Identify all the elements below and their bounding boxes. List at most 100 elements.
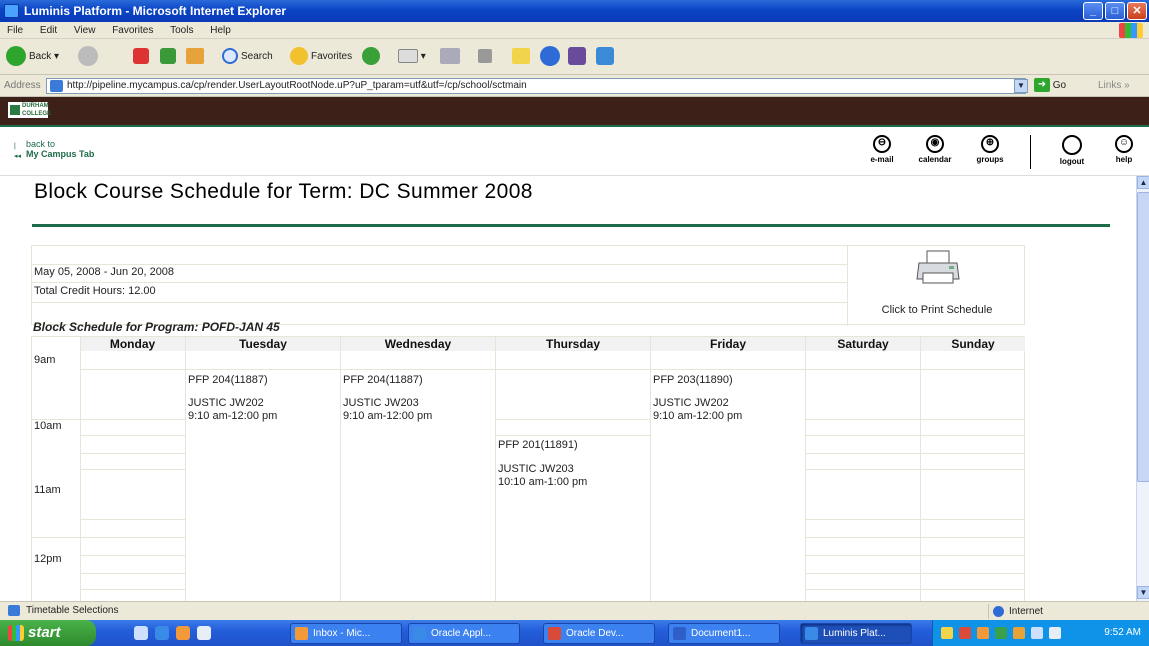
maximize-button[interactable]: □ bbox=[1105, 2, 1125, 20]
edit-button[interactable] bbox=[478, 45, 492, 69]
menu-favorites[interactable]: Favorites bbox=[105, 22, 160, 39]
discuss-button[interactable] bbox=[512, 45, 530, 69]
schedule-table: Monday Tuesday Wednesday Thursday Friday… bbox=[31, 336, 1025, 601]
toolbar: Back ▾ Search Favorites ▾ bbox=[0, 39, 1149, 75]
address-dropdown-icon[interactable]: ▼ bbox=[1014, 79, 1028, 93]
quicklaunch-ie-icon[interactable] bbox=[155, 626, 169, 640]
scroll-down-icon[interactable]: ▼ bbox=[1137, 586, 1149, 599]
ie-task-icon bbox=[805, 627, 818, 640]
nav-help[interactable]: ☺ help bbox=[1106, 135, 1142, 164]
research-button[interactable] bbox=[568, 45, 586, 69]
page-title: Block Course Schedule for Term: DC Summe… bbox=[34, 180, 533, 203]
course-block[interactable]: PFP 201(11891) JUSTIC JW203 10:10 am-1:0… bbox=[496, 436, 650, 601]
forward-button[interactable] bbox=[78, 45, 98, 69]
title-bar[interactable]: Luminis Platform - Microsoft Internet Ex… bbox=[0, 0, 1149, 22]
task-inbox[interactable]: Inbox - Mic... bbox=[290, 623, 402, 644]
address-url: http://pipeline.mycampus.ca/cp/render.Us… bbox=[67, 80, 527, 91]
favorites-button[interactable]: Favorites bbox=[290, 45, 352, 69]
start-button[interactable]: start bbox=[0, 620, 96, 646]
refresh-button[interactable] bbox=[160, 45, 176, 69]
tray-monitor-icon[interactable] bbox=[1049, 627, 1061, 639]
related-links-icon bbox=[596, 47, 614, 66]
course-block[interactable]: PFP 203(11890) JUSTIC JW202 9:10 am-12:0… bbox=[651, 370, 805, 601]
page-icon bbox=[50, 80, 63, 92]
college-logo[interactable]: DURHAM COLLEGE bbox=[8, 102, 51, 118]
nav-email[interactable]: ⊖ e-mail bbox=[862, 135, 902, 164]
vertical-scrollbar[interactable]: ▲ ▼ bbox=[1136, 176, 1149, 601]
research-icon bbox=[568, 47, 586, 66]
day-header-monday: Monday bbox=[80, 337, 185, 351]
term-info-box: May 05, 2008 - Jun 20, 2008 Total Credit… bbox=[31, 245, 1026, 326]
quicklaunch-outlook-icon[interactable] bbox=[176, 626, 190, 640]
window-title: Luminis Platform - Microsoft Internet Ex… bbox=[24, 4, 287, 18]
search-button[interactable]: Search bbox=[222, 45, 273, 69]
quicklaunch-desktop-icon[interactable] bbox=[134, 626, 148, 640]
time-label-11am: 11am bbox=[34, 484, 61, 496]
links-button[interactable]: Links » bbox=[1098, 75, 1130, 97]
back-button[interactable]: Back ▾ bbox=[6, 45, 59, 69]
clock[interactable]: 9:52 AM bbox=[1104, 620, 1141, 646]
day-header-friday: Friday bbox=[651, 337, 805, 351]
scroll-thumb[interactable] bbox=[1137, 192, 1149, 482]
help-icon: ☺ bbox=[1115, 135, 1133, 153]
address-label: Address bbox=[4, 80, 41, 91]
messenger-button[interactable] bbox=[540, 45, 560, 69]
task-oracle-applications[interactable]: Oracle Appl... bbox=[408, 623, 520, 644]
day-header-tuesday: Tuesday bbox=[186, 337, 340, 351]
task-document[interactable]: Document1... bbox=[668, 623, 780, 644]
status-page-icon bbox=[8, 605, 20, 616]
tray-display-icon[interactable] bbox=[1031, 627, 1043, 639]
task-oracle-developer[interactable]: Oracle Dev... bbox=[543, 623, 655, 644]
ie-task-icon bbox=[413, 627, 426, 640]
messenger-icon bbox=[540, 46, 560, 67]
address-bar: Address http://pipeline.mycampus.ca/cp/r… bbox=[0, 75, 1149, 97]
mail-button[interactable]: ▾ bbox=[398, 45, 426, 69]
menu-tools[interactable]: Tools bbox=[163, 22, 200, 39]
tray-mail-icon[interactable] bbox=[941, 627, 953, 639]
print-button[interactable] bbox=[440, 45, 460, 69]
minimize-button[interactable]: _ bbox=[1083, 2, 1103, 20]
groups-icon: ⊕ bbox=[981, 135, 999, 153]
go-arrow-icon: ➜ bbox=[1034, 78, 1050, 93]
discuss-icon bbox=[512, 48, 530, 65]
course-block[interactable]: PFP 204(11887) JUSTIC JW203 9:10 am-12:0… bbox=[341, 370, 495, 601]
menu-edit[interactable]: Edit bbox=[33, 22, 64, 39]
e-mail-icon: ⊖ bbox=[873, 135, 891, 153]
day-header-wednesday: Wednesday bbox=[341, 337, 495, 351]
related-button[interactable] bbox=[596, 45, 614, 69]
tray-network-icon[interactable] bbox=[995, 627, 1007, 639]
task-luminis-platform[interactable]: Luminis Plat... bbox=[800, 623, 912, 644]
globe-icon bbox=[993, 606, 1004, 617]
go-button[interactable]: ➜ Go bbox=[1034, 78, 1066, 94]
security-zone: Internet bbox=[988, 604, 1144, 619]
quicklaunch-app-icon[interactable] bbox=[197, 626, 211, 640]
outlook-icon bbox=[295, 627, 308, 640]
day-header-thursday: Thursday bbox=[496, 337, 650, 351]
tray-security-icon[interactable] bbox=[1013, 627, 1025, 639]
page-content: Block Course Schedule for Term: DC Summe… bbox=[0, 176, 1136, 601]
home-button[interactable] bbox=[186, 45, 204, 69]
close-button[interactable]: ✕ bbox=[1127, 2, 1147, 20]
printer-icon bbox=[440, 48, 460, 65]
menu-file[interactable]: File bbox=[0, 22, 30, 39]
stop-button[interactable] bbox=[133, 45, 149, 69]
tray-app-icon[interactable] bbox=[959, 627, 971, 639]
tray-outlook-icon[interactable] bbox=[977, 627, 989, 639]
print-schedule-link[interactable]: Click to Print Schedule bbox=[848, 304, 1026, 316]
scroll-up-icon[interactable]: ▲ bbox=[1137, 176, 1149, 189]
history-button[interactable] bbox=[362, 45, 380, 69]
print-schedule-icon[interactable] bbox=[913, 249, 963, 287]
menu-view[interactable]: View bbox=[67, 22, 103, 39]
nav-groups[interactable]: ⊕ groups bbox=[966, 135, 1014, 164]
back-arrows-icon: |◂◂ bbox=[14, 143, 22, 160]
nav-logout[interactable]: logout bbox=[1050, 135, 1094, 166]
logout-icon bbox=[1062, 135, 1082, 155]
mail-icon bbox=[398, 49, 418, 64]
nav-calendar[interactable]: ◉ calendar bbox=[906, 135, 964, 164]
day-header-sunday: Sunday bbox=[921, 337, 1025, 351]
course-block[interactable]: PFP 204(11887) JUSTIC JW202 9:10 am-12:0… bbox=[186, 370, 340, 601]
term-date-range: May 05, 2008 - Jun 20, 2008 bbox=[34, 266, 175, 278]
title-rule bbox=[32, 224, 1110, 227]
menu-help[interactable]: Help bbox=[203, 22, 238, 39]
address-input[interactable]: http://pipeline.mycampus.ca/cp/render.Us… bbox=[46, 78, 1026, 94]
